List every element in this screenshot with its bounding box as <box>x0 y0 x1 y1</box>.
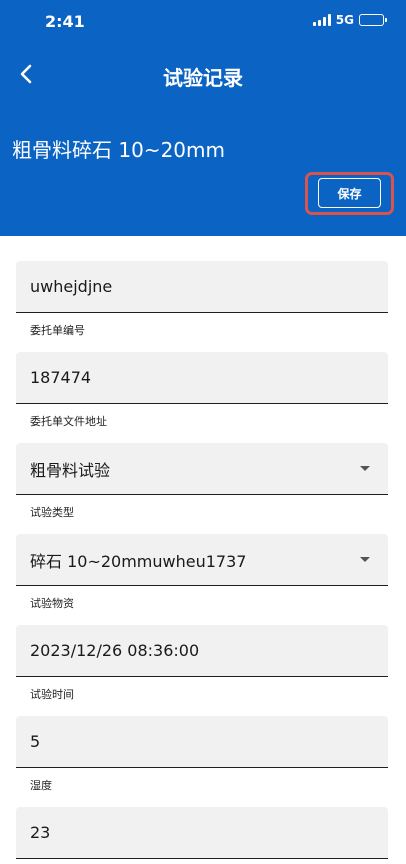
next-field-value: 23 <box>30 823 51 842</box>
field-order-number: uwhejdjne 委托单编号 <box>16 261 388 352</box>
test-time-value: 2023/12/26 08:36:00 <box>30 641 200 660</box>
dropdown-caret-icon <box>360 466 370 471</box>
next-field-input[interactable]: 23 <box>16 807 388 859</box>
field-test-material: 碎石 10~20mmuwheu1737 试验物资 <box>16 534 388 625</box>
status-indicators: 5G <box>312 13 387 27</box>
signal-icon <box>312 14 331 26</box>
field-temperature: 23 <box>16 807 388 859</box>
order-file-address-input[interactable]: 187474 <box>16 352 388 404</box>
order-number-label: 委托单编号 <box>30 324 85 337</box>
battery-icon <box>359 14 387 26</box>
dropdown-caret-icon <box>360 557 370 562</box>
order-file-address-label: 委托单文件地址 <box>30 415 107 428</box>
page-title: 试验记录 <box>163 66 243 90</box>
test-type-label: 试验类型 <box>30 506 74 519</box>
test-material-select[interactable]: 碎石 10~20mmuwheu1737 <box>16 534 388 586</box>
test-type-value: 粗骨料试验 <box>30 460 111 480</box>
save-button[interactable]: 保存 <box>318 178 381 208</box>
record-form: uwhejdjne 委托单编号 187474 委托单文件地址 粗骨料试验 试验类… <box>16 261 388 859</box>
status-bar: 2:41 5G <box>0 0 406 44</box>
field-test-time: 2023/12/26 08:36:00 试验时间 <box>16 625 388 716</box>
network-type: 5G <box>335 13 354 27</box>
order-file-address-value: 187474 <box>30 368 92 387</box>
test-material-value: 碎石 10~20mmuwheu1737 <box>30 551 247 571</box>
test-time-label: 试验时间 <box>30 688 74 701</box>
test-material-label: 试验物资 <box>30 597 74 610</box>
field-humidity: 5 湿度 <box>16 716 388 807</box>
header: 2:41 5G 试验记录 粗骨料碎石 10~20mm 保存 <box>0 0 406 236</box>
humidity-label: 湿度 <box>30 779 52 792</box>
order-number-value: uwhejdjne <box>30 277 113 296</box>
material-title: 粗骨料碎石 10~20mm <box>12 138 225 162</box>
humidity-value: 5 <box>30 732 41 751</box>
nav-bar: 试验记录 <box>0 50 406 100</box>
test-type-select[interactable]: 粗骨料试验 <box>16 443 388 495</box>
humidity-input[interactable]: 5 <box>16 716 388 768</box>
test-time-input[interactable]: 2023/12/26 08:36:00 <box>16 625 388 677</box>
field-order-file-address: 187474 委托单文件地址 <box>16 352 388 443</box>
field-test-type: 粗骨料试验 试验类型 <box>16 443 388 534</box>
order-number-input[interactable]: uwhejdjne <box>16 261 388 313</box>
status-time: 2:41 <box>45 12 85 31</box>
